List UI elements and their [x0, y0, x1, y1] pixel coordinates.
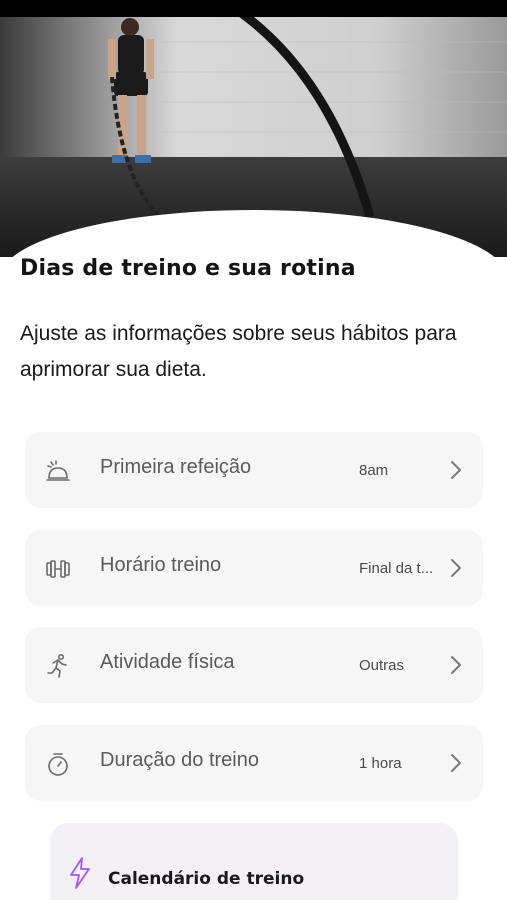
setting-label: Horário treino: [100, 554, 222, 576]
setting-row-horario-treino[interactable]: Horário treino Final da t...: [25, 530, 483, 606]
page-subtitle: Ajuste as informações sobre seus hábitos…: [20, 322, 457, 381]
chevron-right-icon: [449, 557, 463, 579]
lightning-icon: [67, 856, 93, 890]
stopwatch-icon: [45, 751, 71, 777]
running-icon: [45, 653, 71, 679]
chevron-right-icon: [449, 459, 463, 481]
calendar-label: Calendário de treino: [108, 869, 305, 889]
setting-label: Primeira refeição: [100, 456, 252, 478]
setting-value: Outras: [359, 657, 405, 674]
setting-row-duracao-treino[interactable]: Duração do treino 1 hora: [25, 725, 483, 801]
setting-row-primeira-refeicao[interactable]: Primeira refeição 8am: [25, 432, 483, 508]
setting-value: 1 hora: [359, 755, 402, 772]
setting-label: Atividade física: [100, 651, 235, 673]
status-bar: [0, 0, 507, 17]
training-calendar-card[interactable]: Calendário de treino: [50, 823, 458, 900]
setting-value: 8am: [359, 462, 389, 479]
setting-label: Duração do treino: [100, 749, 259, 771]
setting-value: Final da t...: [359, 560, 434, 577]
chevron-right-icon: [449, 654, 463, 676]
page-title: Dias de treino e sua rotina: [20, 256, 356, 281]
dumbbell-icon: [45, 556, 71, 582]
setting-row-atividade-fisica[interactable]: Atividade física Outras: [25, 627, 483, 703]
chevron-right-icon: [449, 752, 463, 774]
breakfast-icon: [45, 458, 71, 484]
